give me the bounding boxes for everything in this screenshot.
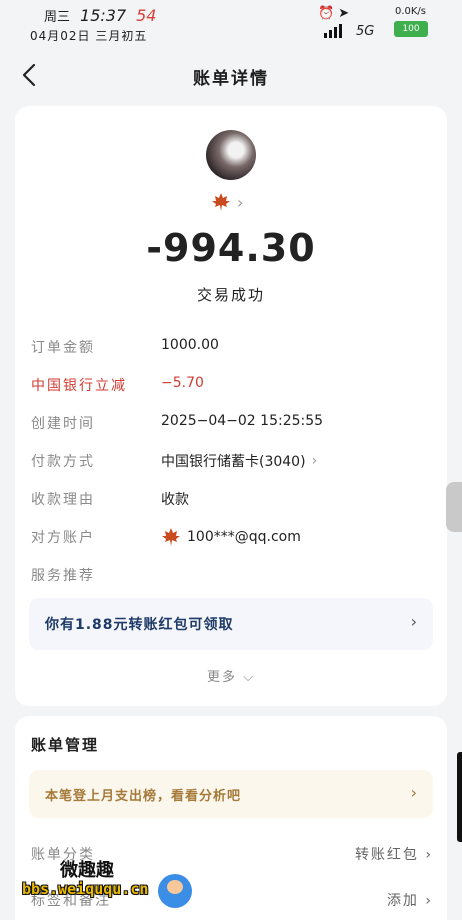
detail-row-reason: 收款理由 收款 (31, 486, 431, 512)
counterparty-account: 100***@qq.com (187, 529, 301, 545)
more-button[interactable]: 更多 ⌵ (15, 666, 447, 685)
status-temperature: 54 (136, 6, 157, 25)
page-title: 账单详情 (193, 69, 269, 89)
banner-text: 你有1.88元转账红包可领取 (45, 617, 234, 633)
alarm-icon: ⏰ (318, 6, 335, 21)
detail-label: 对方账户 (31, 530, 95, 546)
detail-value: 收款 (161, 492, 189, 508)
more-label: 更多 (206, 670, 237, 685)
status-lunar-date: 三月初五 (95, 29, 148, 43)
watermark: 微趣趣 bbs.weiququ.cn (22, 856, 202, 912)
chevron-right-icon: › (410, 612, 417, 631)
network-type: 5G (356, 24, 375, 39)
detail-label: 订单金额 (31, 340, 95, 356)
status-indicators: ⏰ ➤ 0.0K/s 5G 100 (318, 4, 428, 48)
transaction-status: 交易成功 (196, 286, 265, 304)
status-bar: 周三 15:37 54 04月02日 三月初五 ⏰ ➤ 0.0K/s 5G 10… (0, 0, 462, 48)
nav-bar: 账单详情 (0, 52, 462, 98)
merchant-link[interactable]: › (211, 192, 243, 212)
signal-icon (324, 24, 342, 38)
watermark-title: 微趣趣 (60, 860, 114, 881)
status-day: 周三 (44, 10, 71, 25)
avatar[interactable] (206, 130, 256, 180)
detail-row-order-amount: 订单金额 1000.00 (31, 334, 431, 360)
chevron-right-icon: › (311, 453, 318, 469)
chevron-right-icon: › (425, 893, 433, 909)
chevron-down-icon: ⌵ (243, 670, 255, 685)
category-value: 转账红包 (354, 847, 419, 863)
maple-leaf-icon (162, 528, 180, 546)
maple-leaf-icon (212, 193, 230, 211)
status-date: 04月02日 (30, 29, 91, 43)
spending-tip-banner[interactable]: 本笔登上月支出榜，看看分析吧 › (29, 770, 433, 818)
location-arrow-icon: ➤ (338, 6, 350, 21)
chevron-right-icon: › (237, 192, 244, 212)
mascot-icon (158, 874, 192, 908)
network-speed: 0.0K/s (394, 6, 426, 17)
detail-row-created-time: 创建时间 2025−04−02 15:25:55 (31, 410, 431, 436)
edge-handle (457, 752, 462, 842)
detail-value: 1000.00 (161, 337, 219, 353)
tip-text: 本笔登上月支出榜，看看分析吧 (45, 789, 242, 804)
payment-method-value: 中国银行储蓄卡(3040) (161, 454, 306, 470)
section-title: 账单管理 (31, 736, 100, 754)
detail-row-counterparty: 对方账户 100***@qq.com (31, 524, 431, 550)
red-packet-banner[interactable]: 你有1.88元转账红包可领取 › (29, 598, 433, 650)
detail-row-payment-method[interactable]: 付款方式 中国银行储蓄卡(3040) › (31, 448, 431, 474)
detail-value: −5.70 (161, 375, 204, 391)
detail-row-bank-discount: 中国银行立减 −5.70 (31, 372, 431, 398)
status-time: 15:37 (80, 6, 127, 25)
battery-icon: 100 (394, 21, 428, 37)
chevron-right-icon: › (410, 783, 417, 802)
detail-row-service-recommend: 服务推荐 (31, 562, 431, 588)
detail-label: 创建时间 (31, 416, 95, 432)
detail-label: 收款理由 (31, 492, 95, 508)
detail-value: 2025−04−02 15:25:55 (161, 413, 324, 429)
status-datetime: 周三 15:37 54 04月02日 三月初五 (30, 6, 156, 44)
detail-label: 付款方式 (31, 454, 95, 470)
transaction-amount: -994.30 (146, 226, 316, 270)
chevron-right-icon: › (425, 847, 433, 863)
floating-side-tab[interactable] (446, 482, 462, 532)
detail-label: 中国银行立减 (31, 378, 127, 394)
watermark-url: bbs.weiququ.cn (22, 880, 149, 898)
bill-detail-card: › -994.30 交易成功 订单金额 1000.00 中国银行立减 −5.70… (15, 106, 447, 706)
detail-label: 服务推荐 (31, 568, 95, 584)
tags-value: 添加 (386, 893, 419, 909)
